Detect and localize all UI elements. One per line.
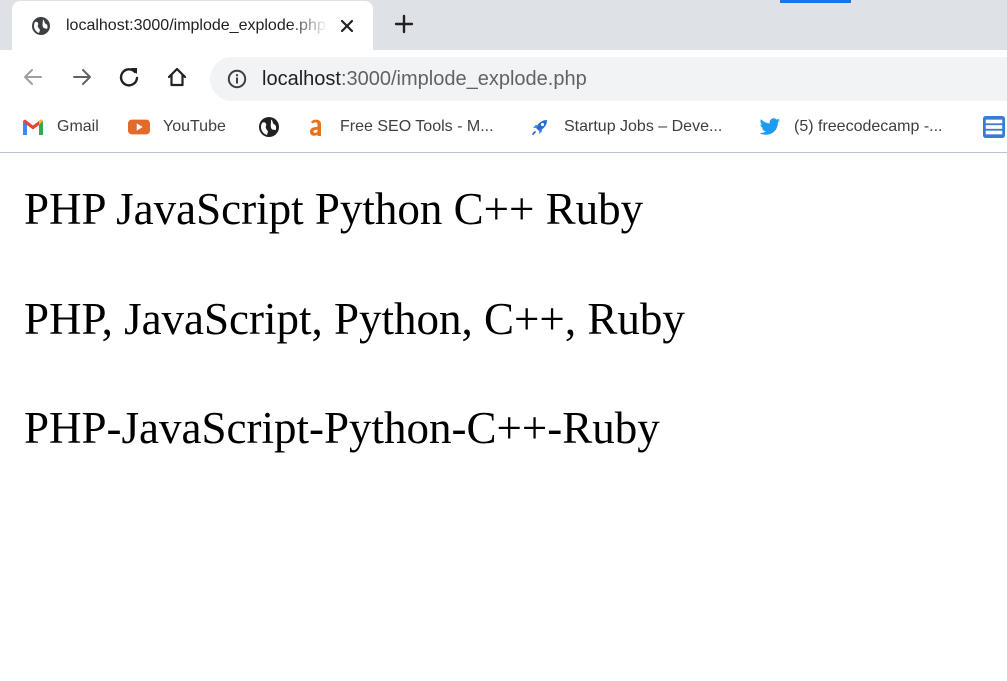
info-icon[interactable]	[227, 69, 247, 89]
arrow-left-icon	[22, 66, 44, 93]
bookmarks-divider	[0, 152, 1007, 153]
new-tab-button[interactable]	[392, 14, 416, 38]
globe-icon	[31, 16, 51, 36]
bookmark-label: (5) freecodecamp -...	[794, 118, 943, 135]
url-path: :3000/implode_explode.php	[340, 68, 587, 90]
bookmark-label: YouTube	[163, 118, 226, 135]
youtube-icon	[128, 116, 150, 138]
bookmark-globe[interactable]	[258, 114, 280, 140]
url-host: localhost	[262, 68, 341, 90]
bookmark-label: Free SEO Tools - M...	[340, 118, 494, 135]
browser-toolbar: localhost:3000/implode_explode.php	[0, 50, 1007, 108]
home-button[interactable]	[164, 66, 190, 92]
seo-tools-icon	[305, 116, 327, 138]
reload-icon	[118, 66, 140, 93]
address-bar[interactable]: localhost:3000/implode_explode.php	[210, 57, 1007, 101]
back-button[interactable]	[20, 66, 46, 92]
bookmark-list-icon	[983, 116, 1005, 138]
imploded-comma-line: PHP, JavaScript, Python, C++, Ruby	[24, 294, 685, 344]
tab-strip: localhost:3000/implode_explode.php	[0, 0, 1007, 50]
imploded-space-line: PHP JavaScript Python C++ Ruby	[24, 184, 644, 234]
bookmark-free-seo-tools[interactable]: Free SEO Tools - M...	[305, 114, 494, 140]
bookmark-startup-jobs[interactable]: Startup Jobs – Deve...	[529, 114, 722, 140]
tab-title: localhost:3000/implode_explode.php	[66, 17, 326, 34]
rocket-icon	[529, 116, 551, 138]
bookmarks-bar: Gmail YouTube Free SEO Tools - M... Star…	[0, 108, 1007, 153]
twitter-icon	[759, 116, 781, 138]
close-icon[interactable]	[336, 15, 358, 37]
bookmark-list[interactable]	[983, 114, 1005, 140]
bookmark-label: Startup Jobs – Deve...	[564, 118, 723, 135]
home-icon	[166, 66, 188, 93]
bookmark-youtube[interactable]: YouTube	[128, 114, 226, 140]
bookmark-gmail[interactable]: Gmail	[22, 114, 99, 140]
bookmark-label: Gmail	[57, 118, 99, 135]
tab-strip-accent	[780, 0, 851, 3]
bookmark-freecodecamp[interactable]: (5) freecodecamp -...	[759, 114, 943, 140]
arrow-right-icon	[71, 66, 93, 93]
forward-button[interactable]	[69, 66, 95, 92]
page-content: PHP JavaScript Python C++ Ruby PHP, Java…	[0, 154, 1007, 681]
reload-button[interactable]	[116, 66, 142, 92]
globe-icon	[258, 116, 280, 138]
plus-icon	[394, 14, 414, 39]
browser-tab-active[interactable]: localhost:3000/implode_explode.php	[12, 1, 373, 50]
gmail-icon	[22, 116, 44, 138]
imploded-hyphen-line: PHP-JavaScript-Python-C++-Ruby	[24, 403, 660, 453]
url-text[interactable]: localhost:3000/implode_explode.php	[262, 67, 587, 91]
